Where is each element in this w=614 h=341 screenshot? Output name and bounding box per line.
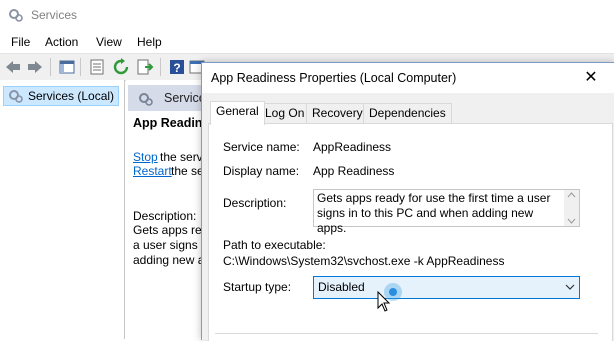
services-gear-icon bbox=[9, 90, 23, 103]
tree-item-label: Services (Local) bbox=[28, 89, 115, 103]
refresh-icon[interactable] bbox=[112, 58, 130, 76]
toolbar-separator bbox=[50, 58, 51, 76]
services-gear-icon bbox=[139, 93, 153, 106]
show-hide-tree-icon[interactable] bbox=[58, 58, 76, 76]
description-textbox[interactable]: Gets apps ready for use the first time a… bbox=[313, 189, 580, 235]
tree-item-services-local[interactable]: Services (Local) bbox=[3, 86, 120, 106]
toolbar-separator bbox=[80, 58, 81, 76]
close-icon[interactable]: ✕ bbox=[580, 67, 602, 89]
menu-view[interactable]: View bbox=[96, 35, 122, 49]
panel-divider bbox=[215, 333, 598, 334]
menu-bar: File Action View Help bbox=[0, 31, 614, 53]
services-gear-icon bbox=[9, 9, 23, 22]
back-arrow-icon[interactable] bbox=[4, 58, 22, 76]
help-icon[interactable]: ? bbox=[168, 58, 186, 76]
restart-service-link[interactable]: Restart bbox=[133, 164, 172, 178]
description-text: Gets apps ready for use the first time a… bbox=[317, 191, 551, 235]
console-tree: Services (Local) bbox=[0, 80, 125, 339]
tab-general[interactable]: General bbox=[210, 101, 265, 125]
startup-type-value: Disabled bbox=[318, 280, 365, 294]
tab-recovery[interactable]: Recovery bbox=[306, 103, 369, 124]
svg-text:?: ? bbox=[173, 61, 180, 75]
path-label: Path to executable: bbox=[223, 238, 326, 252]
service-name-value: AppReadiness bbox=[313, 140, 392, 154]
chevron-down-icon bbox=[565, 284, 575, 290]
scroll-down-icon[interactable] bbox=[567, 218, 576, 224]
window-title: Services bbox=[31, 8, 78, 22]
description-label: Description: bbox=[223, 196, 287, 210]
menu-file[interactable]: File bbox=[11, 35, 30, 49]
window-title-bar: Services bbox=[0, 0, 614, 30]
menu-action[interactable]: Action bbox=[45, 35, 78, 49]
startup-type-label: Startup type: bbox=[223, 280, 292, 294]
forward-arrow-icon[interactable] bbox=[26, 58, 44, 76]
general-tab-panel: Service name: AppReadiness Display name:… bbox=[208, 123, 613, 341]
service-name-label: Service name: bbox=[223, 140, 300, 154]
tab-dependencies[interactable]: Dependencies bbox=[363, 103, 452, 124]
tab-log-on[interactable]: Log On bbox=[259, 103, 311, 124]
display-name-label: Display name: bbox=[223, 164, 300, 178]
properties-dialog: App Readiness Properties (Local Computer… bbox=[201, 62, 614, 341]
properties-page-icon[interactable] bbox=[88, 58, 106, 76]
path-value: C:\Windows\System32\svchost.exe -k AppRe… bbox=[223, 254, 505, 268]
dialog-title-bar[interactable]: App Readiness Properties (Local Computer… bbox=[202, 63, 614, 93]
description-scrollbar[interactable] bbox=[564, 190, 579, 226]
mouse-cursor-icon bbox=[377, 291, 391, 312]
scroll-up-icon[interactable] bbox=[567, 192, 576, 198]
stop-service-link[interactable]: Stop bbox=[133, 150, 158, 164]
startup-type-dropdown[interactable]: Disabled bbox=[313, 276, 580, 299]
menu-help[interactable]: Help bbox=[137, 35, 162, 49]
export-list-icon[interactable] bbox=[136, 58, 154, 76]
detail-description-label: Description: bbox=[133, 209, 197, 223]
dialog-title: App Readiness Properties (Local Computer… bbox=[211, 71, 457, 85]
toolbar-separator bbox=[160, 58, 161, 76]
display-name-value: App Readiness bbox=[313, 164, 395, 178]
